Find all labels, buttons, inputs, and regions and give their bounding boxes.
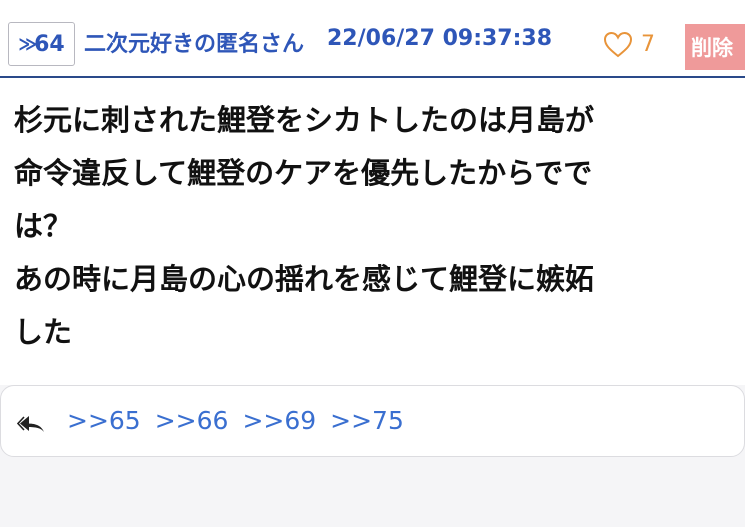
reply-icon	[17, 416, 44, 432]
reply-link[interactable]: >>66	[155, 406, 229, 435]
post-card: ≫ 64 二次元好きの匿名さん 22/06/27 09:37:38 7 削除 杉元…	[0, 0, 745, 527]
double-chevron-right-icon: ≫	[18, 33, 37, 55]
post-timestamp: 22/06/27 09:37:38	[327, 26, 553, 51]
post-text-line: 杉元に刺された鯉登をシカトしたのは月島が	[14, 103, 595, 137]
delete-button[interactable]: 削除	[685, 24, 745, 70]
res-number-label: 64	[34, 31, 65, 57]
reply-link[interactable]: >>75	[330, 406, 404, 435]
author-name: 二次元好きの匿名さん	[84, 32, 305, 57]
post-text-line: あの時に月島の心の揺れを感じて鯉登に嫉妬	[14, 262, 595, 296]
reply-bar: >>65 >>66 >>69 >>75	[0, 385, 745, 457]
post-text-line: 命令違反して鯉登のケアを優先したからでで	[14, 156, 593, 190]
reply-links: >>65 >>66 >>69 >>75	[67, 406, 404, 435]
res-number-button[interactable]: ≫ 64	[8, 22, 75, 66]
post-header: ≫ 64 二次元好きの匿名さん 22/06/27 09:37:38 7 削除	[0, 0, 745, 78]
post-body: 杉元に刺された鯉登をシカトしたのは月島が 命令違反して鯉登のケアを優先したからで…	[0, 78, 745, 385]
like-count: 7	[641, 31, 655, 57]
post-text-line: した	[14, 315, 73, 349]
heart-outline-icon	[603, 31, 633, 57]
like-button[interactable]: 7	[603, 27, 655, 61]
reply-link[interactable]: >>69	[242, 406, 316, 435]
post-text-line: は？	[14, 209, 73, 243]
reply-link[interactable]: >>65	[67, 406, 141, 435]
post-text: 杉元に刺された鯉登をシカトしたのは月島が 命令違反して鯉登のケアを優先したからで…	[14, 94, 714, 359]
